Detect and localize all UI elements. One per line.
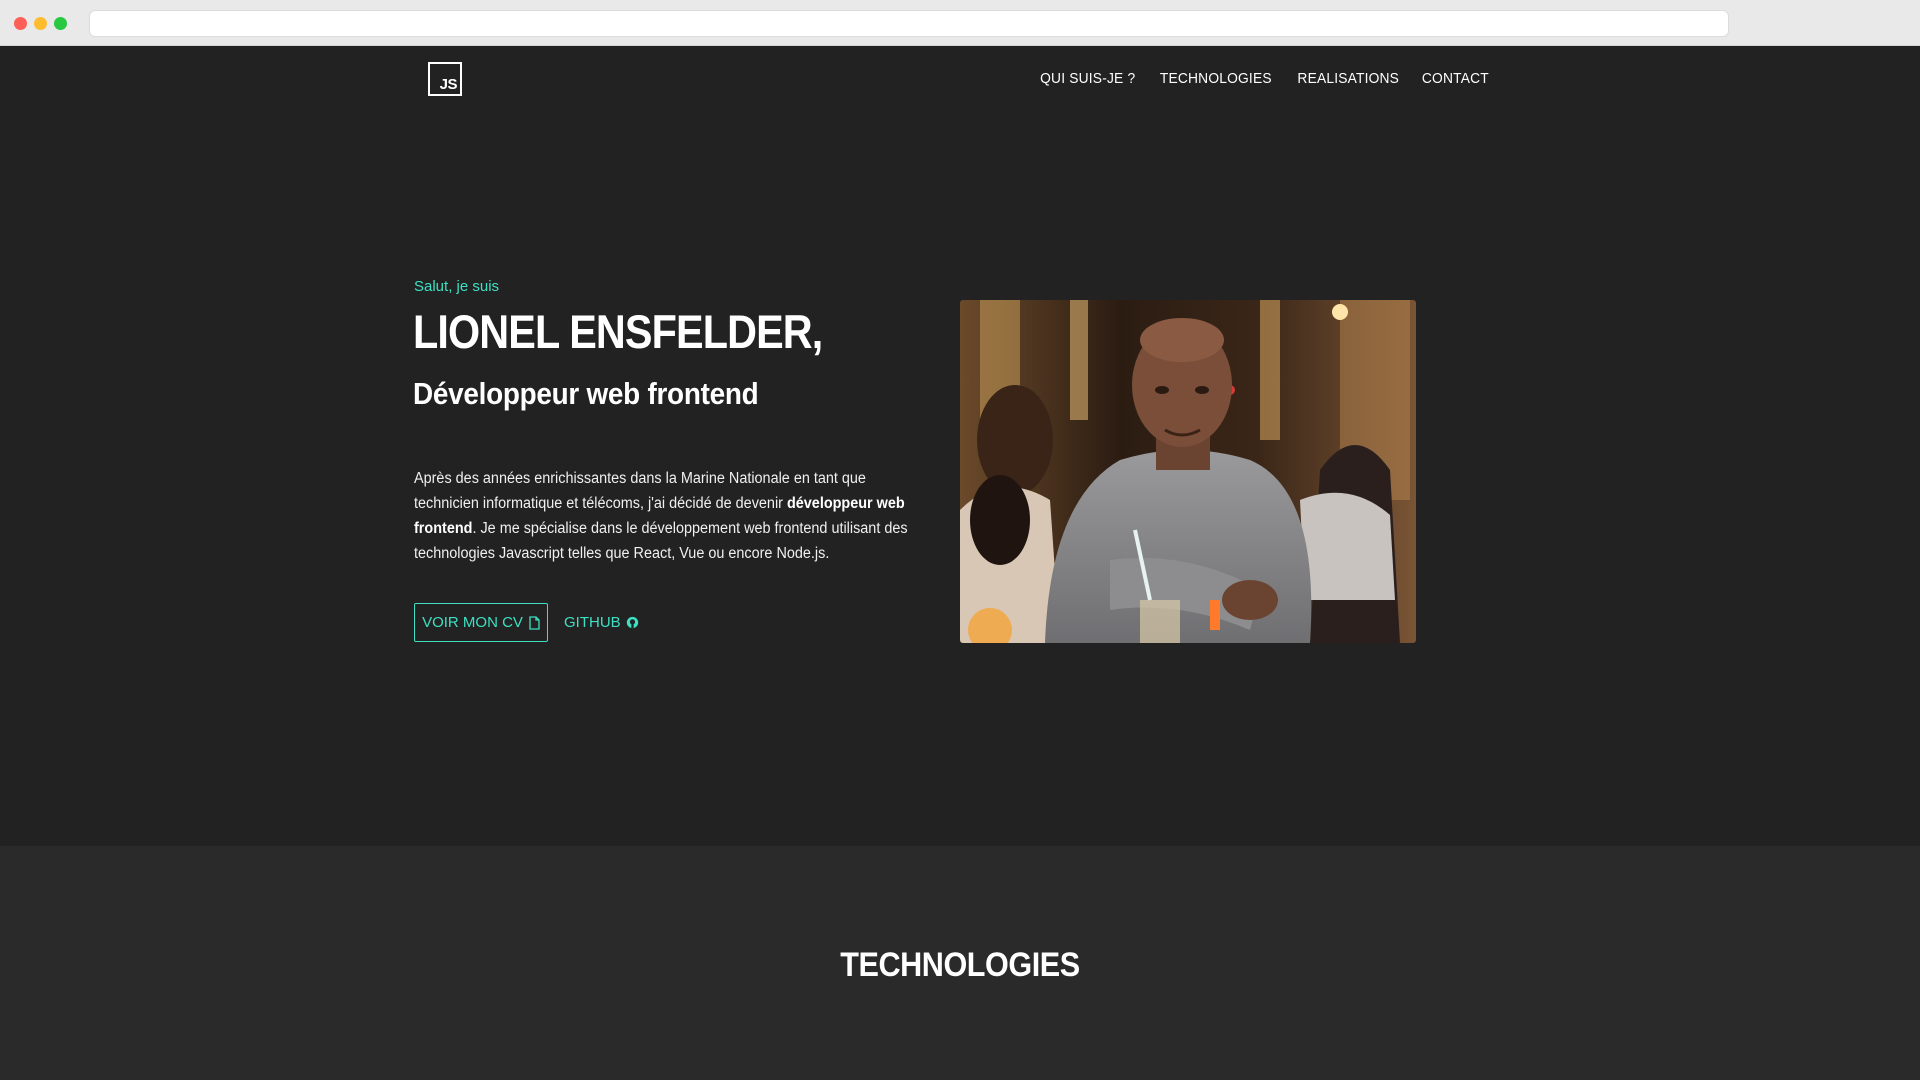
view-cv-button[interactable]: VOIR MON CV [414, 603, 548, 642]
technologies-section: TECHNOLOGIES [0, 846, 1920, 1080]
hero-bio: Après des années enrichissantes dans la … [414, 466, 916, 566]
hero-role: Développeur web frontend [413, 376, 759, 411]
close-window-button[interactable] [14, 17, 27, 30]
nav-item-contact[interactable]: CONTACT [1422, 70, 1489, 87]
technologies-title-text: TECHNOLOGIES [840, 946, 1080, 984]
nav-item-technologies[interactable]: TECHNOLOGIES [1160, 70, 1272, 87]
github-label: GITHUB [564, 614, 621, 631]
github-link[interactable]: GITHUB [564, 603, 639, 642]
profile-photo [960, 300, 1416, 643]
address-bar[interactable] [89, 10, 1729, 37]
minimize-window-button[interactable] [34, 17, 47, 30]
browser-chrome [0, 0, 1920, 46]
github-icon [626, 616, 639, 629]
site-logo[interactable]: JS [428, 62, 462, 96]
hero-name: LIONEL ENSFELDER, [413, 305, 823, 358]
hero-greeting: Salut, je suis [414, 278, 500, 295]
logo-text: JS [439, 76, 458, 93]
bio-text-end: . Je me spécialise dans le développement… [414, 520, 908, 562]
view-cv-label: VOIR MON CV [422, 614, 523, 631]
hero-section: JS QUI SUIS-JE ? TECHNOLOGIES REALISATIO… [0, 46, 1920, 846]
page: JS QUI SUIS-JE ? TECHNOLOGIES REALISATIO… [0, 46, 1920, 1080]
profile-photo-illustration [960, 300, 1416, 643]
file-icon [529, 615, 540, 630]
nav-item-realisations[interactable]: REALISATIONS [1297, 70, 1399, 87]
nav-item-about[interactable]: QUI SUIS-JE ? [1040, 70, 1135, 87]
maximize-window-button[interactable] [54, 17, 67, 30]
technologies-title: TECHNOLOGIES [0, 946, 1920, 985]
main-nav: QUI SUIS-JE ? TECHNOLOGIES REALISATIONS … [1036, 70, 1492, 87]
